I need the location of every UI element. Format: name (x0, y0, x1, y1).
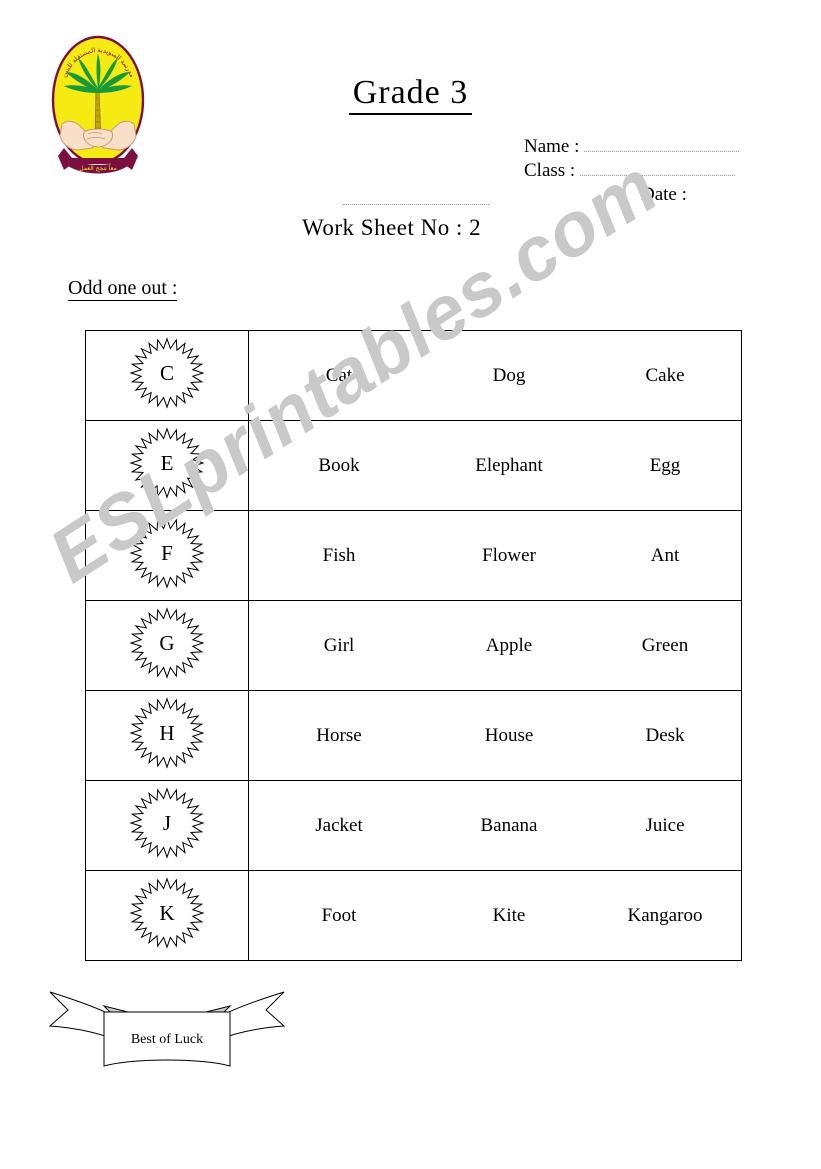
table-row: H Horse House Desk (85, 690, 742, 781)
letter-cell: K (85, 870, 249, 961)
starburst-icon: C (128, 336, 206, 410)
word-option[interactable]: Ant (589, 545, 741, 567)
name-input-line[interactable] (584, 138, 740, 152)
row-letter: J (162, 810, 172, 835)
word-option[interactable]: Egg (589, 455, 741, 477)
words-cell: Horse House Desk (248, 690, 742, 781)
words-cell: Book Elephant Egg (248, 420, 742, 511)
word-option[interactable]: Flower (429, 545, 589, 567)
row-letter: H (159, 720, 175, 745)
word-option[interactable]: Desk (589, 725, 741, 747)
row-letter: F (161, 540, 173, 565)
words-cell: Jacket Banana Juice (248, 780, 742, 871)
word-option[interactable]: Girl (249, 635, 429, 657)
name-field-row: Name : (524, 136, 740, 158)
word-option[interactable]: Book (249, 455, 429, 477)
page-title-text: Grade 3 (348, 74, 473, 115)
words-cell: Fish Flower Ant (248, 510, 742, 601)
word-option[interactable]: Kite (429, 905, 589, 927)
starburst-icon: J (128, 786, 206, 860)
word-option[interactable]: Jacket (249, 815, 429, 837)
word-option[interactable]: Banana (429, 815, 589, 837)
table-row: F Fish Flower Ant (85, 510, 742, 601)
word-option[interactable]: Fish (249, 545, 429, 567)
word-option[interactable]: Foot (249, 905, 429, 927)
word-option[interactable]: Kangaroo (589, 905, 741, 927)
letter-cell: C (85, 330, 249, 421)
table-row: K Foot Kite Kangaroo (85, 870, 742, 961)
class-label: Class : (524, 160, 576, 181)
word-option[interactable]: Cake (589, 365, 741, 387)
table-row: J Jacket Banana Juice (85, 780, 742, 871)
words-cell: Cat Dog Cake (248, 330, 742, 421)
word-option[interactable]: House (429, 725, 589, 747)
table-row: G Girl Apple Green (85, 600, 742, 691)
date-field-row: Date : (641, 184, 687, 206)
odd-one-out-table: C Cat Dog Cake E Book Elephant Egg F Fish Flower An… (85, 330, 742, 961)
letter-cell: J (85, 780, 249, 871)
words-cell: Girl Apple Green (248, 600, 742, 691)
word-option[interactable]: Elephant (429, 455, 589, 477)
class-input-line[interactable] (579, 162, 735, 176)
word-option[interactable]: Green (589, 635, 741, 657)
letter-cell: F (85, 510, 249, 601)
worksheet-number-text: Work Sheet No : 2 (302, 215, 482, 240)
svg-text:معاً ننجح العمل: معاً ننجح العمل (79, 164, 116, 172)
table-row: E Book Elephant Egg (85, 420, 742, 511)
class-field-row: Class : (524, 160, 735, 182)
word-option[interactable]: Dog (429, 365, 589, 387)
letter-cell: E (85, 420, 249, 511)
letter-cell: G (85, 600, 249, 691)
row-letter: G (159, 630, 175, 655)
worksheet-number-line[interactable] (343, 203, 489, 205)
word-option[interactable]: Juice (589, 815, 741, 837)
date-label: Date : (641, 184, 687, 205)
starburst-icon: F (128, 516, 206, 590)
ribbon-banner-icon (42, 980, 292, 1080)
starburst-icon: G (128, 606, 206, 680)
starburst-icon: K (128, 876, 206, 950)
row-letter: C (159, 360, 174, 385)
row-letter: E (160, 450, 174, 475)
table-row: C Cat Dog Cake (85, 330, 742, 421)
starburst-icon: E (128, 426, 206, 500)
instruction-heading: Odd one out : (68, 277, 178, 301)
worksheet-page: ESLprintables.com مدرسة السويدية المستقل… (0, 0, 821, 1169)
row-letter: K (159, 900, 175, 925)
word-option[interactable]: Cat (249, 365, 429, 387)
letter-cell: H (85, 690, 249, 781)
page-title: Grade 3 (0, 74, 821, 115)
words-cell: Foot Kite Kangaroo (248, 870, 742, 961)
name-label: Name : (524, 136, 580, 157)
instruction-text: Odd one out : (68, 277, 178, 301)
word-option[interactable]: Horse (249, 725, 429, 747)
starburst-icon: H (128, 696, 206, 770)
word-option[interactable]: Apple (429, 635, 589, 657)
